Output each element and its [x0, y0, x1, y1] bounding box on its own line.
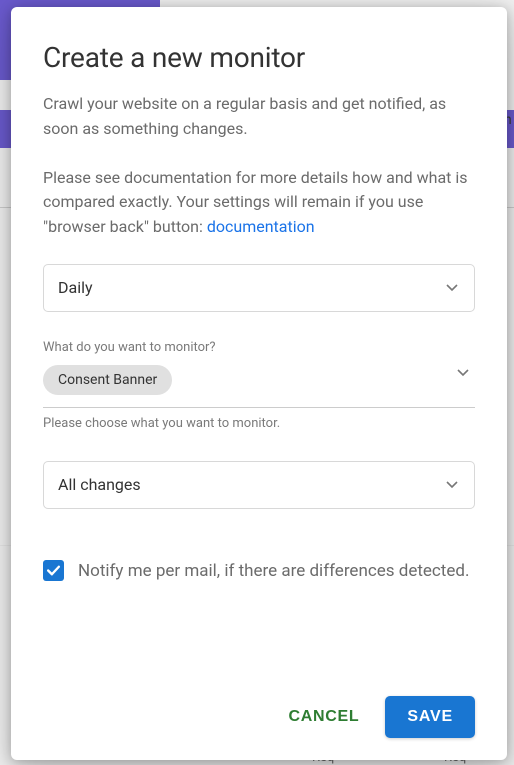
- monitor-target-chip[interactable]: Consent Banner: [43, 365, 172, 395]
- change-scope-value: All changes: [58, 475, 141, 494]
- documentation-link[interactable]: documentation: [207, 217, 315, 236]
- chip-label: Consent Banner: [58, 372, 157, 388]
- chevron-down-icon: [457, 369, 469, 377]
- monitor-target-label: What do you want to monitor?: [43, 340, 475, 355]
- frequency-value: Daily: [58, 278, 93, 297]
- save-button[interactable]: SAVE: [385, 696, 475, 738]
- frequency-select[interactable]: Daily: [43, 264, 475, 312]
- change-scope-select[interactable]: All changes: [43, 461, 475, 509]
- create-monitor-modal: Create a new monitor Crawl your website …: [11, 7, 507, 760]
- intro-paragraph-2: Please see documentation for more detail…: [43, 166, 475, 240]
- notify-checkbox-label: Notify me per mail, if there are differe…: [78, 559, 469, 585]
- monitor-target-helper: Please choose what you want to monitor.: [43, 416, 475, 431]
- modal-title: Create a new monitor: [43, 41, 475, 74]
- monitor-target-select[interactable]: Consent Banner: [43, 365, 475, 408]
- chevron-down-icon: [446, 284, 458, 292]
- notify-checkbox-row: Notify me per mail, if there are differe…: [43, 559, 475, 585]
- cancel-button[interactable]: CANCEL: [283, 698, 366, 736]
- modal-button-row: CANCEL SAVE: [43, 676, 475, 738]
- chevron-down-icon: [446, 481, 458, 489]
- intro-paragraph-1: Crawl your website on a regular basis an…: [43, 92, 475, 142]
- notify-checkbox[interactable]: [43, 560, 64, 581]
